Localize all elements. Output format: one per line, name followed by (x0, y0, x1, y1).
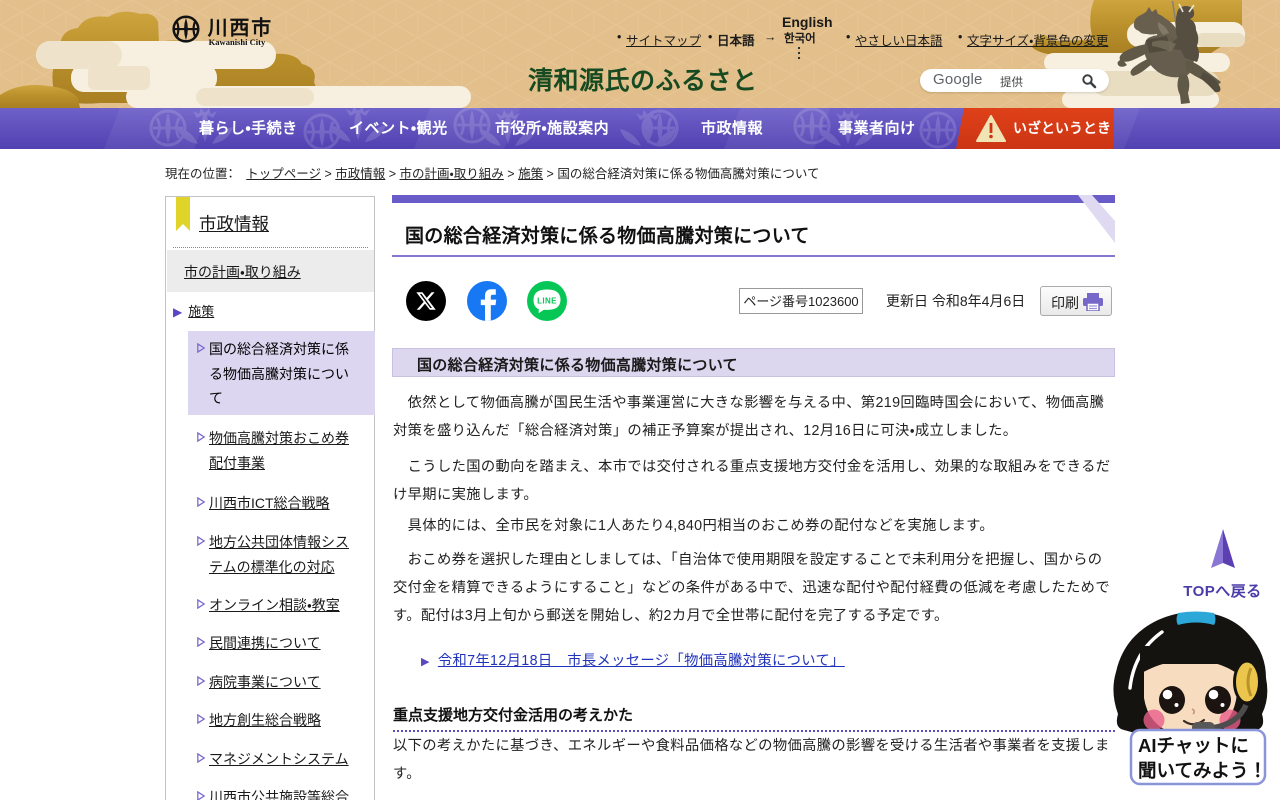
svg-text:聞いてみよう！: 聞いてみよう！ (1138, 760, 1267, 781)
svg-text:AIチャットに: AIチャットに (1138, 735, 1249, 756)
svg-text:Kawanishi City: Kawanishi City (209, 37, 266, 47)
svg-text:LINE: LINE (537, 297, 557, 306)
